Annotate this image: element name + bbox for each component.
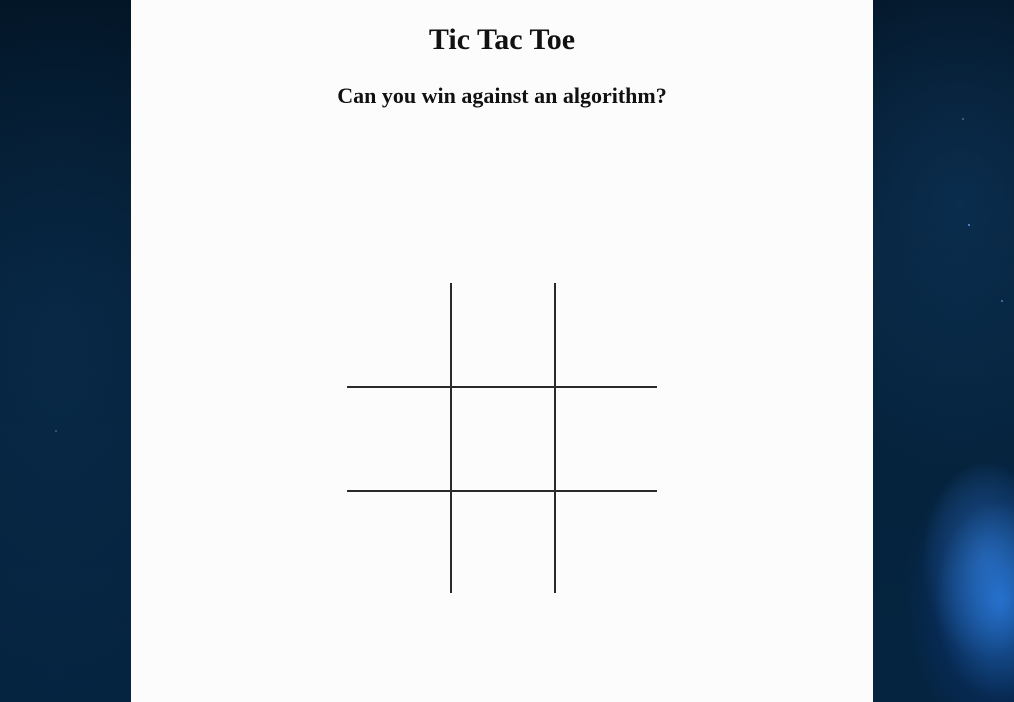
background-star [962,118,964,120]
page-subtitle: Can you win against an algorithm? [337,83,667,108]
background-star [968,224,970,226]
board-cell-2[interactable] [450,283,553,387]
game-panel: Tic Tac Toe Can you win against an algor… [131,0,873,702]
board-cell-8[interactable] [450,489,554,593]
background-star [1001,300,1003,302]
board-cell-7[interactable] [347,489,451,593]
board-cell-5[interactable] [450,386,554,490]
board-cell-9[interactable] [553,489,657,593]
tic-tac-toe-board [347,283,657,593]
background-star [55,430,57,432]
board-cell-1[interactable] [347,283,450,386]
board-cell-3[interactable] [553,283,657,387]
board-cell-4[interactable] [347,386,451,489]
page-title: Tic Tac Toe [428,23,576,56]
board-cell-6[interactable] [553,386,657,490]
